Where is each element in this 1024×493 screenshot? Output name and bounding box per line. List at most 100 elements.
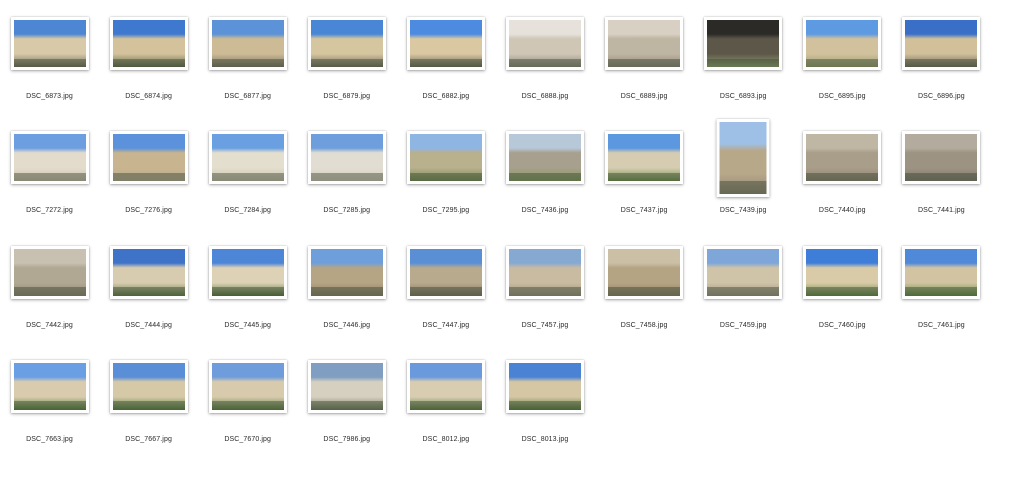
file-item[interactable]: DSC_7446.jpg (297, 243, 396, 343)
file-name-label: DSC_6882.jpg (422, 93, 470, 100)
file-thumbnail[interactable] (208, 359, 287, 413)
file-icon-grid: DSC_6873.jpg DSC_6874.jpg DSC_6877.jpg DSC_… (0, 0, 1024, 493)
file-name-label: DSC_7285.jpg (323, 207, 371, 215)
file-thumbnail[interactable] (704, 17, 783, 70)
file-item[interactable]: DSC_7986.jpg (297, 357, 396, 457)
file-name-label: DSC_7457.jpg (521, 321, 569, 329)
file-thumbnail[interactable] (109, 245, 188, 299)
file-name-label: DSC_7276.jpg (125, 207, 172, 215)
file-name-label: DSC_7272.jpg (26, 207, 73, 215)
file-thumbnail[interactable] (208, 245, 287, 299)
file-item[interactable]: DSC_7444.jpg (99, 243, 198, 343)
file-thumbnail[interactable] (803, 17, 882, 70)
photo-image (509, 248, 581, 296)
file-item[interactable]: DSC_7442.jpg (0, 243, 99, 343)
file-name-label: DSC_6896.jpg (918, 93, 965, 100)
file-name-label: DSC_7458.jpg (620, 321, 668, 329)
file-thumbnail[interactable] (406, 245, 485, 299)
file-item[interactable]: DSC_7667.jpg (99, 357, 198, 457)
file-item[interactable]: DSC_7460.jpg (793, 243, 892, 343)
file-thumbnail[interactable] (902, 17, 981, 70)
photo-image (608, 248, 681, 296)
photo-image (719, 122, 767, 195)
photo-image (112, 134, 185, 182)
file-thumbnail[interactable] (307, 131, 386, 185)
file-thumbnail[interactable] (902, 131, 981, 185)
file-thumbnail[interactable] (109, 359, 188, 413)
file-name-label: DSC_6889.jpg (620, 93, 668, 100)
file-thumbnail[interactable] (803, 245, 882, 299)
file-item[interactable]: DSC_7441.jpg (892, 128, 991, 228)
file-name-label: DSC_7436.jpg (521, 207, 569, 215)
file-thumbnail[interactable] (406, 359, 485, 413)
file-item[interactable]: DSC_7459.jpg (694, 243, 793, 343)
file-item[interactable]: DSC_7457.jpg (496, 243, 595, 343)
photo-image (707, 20, 780, 67)
file-thumbnail[interactable] (716, 119, 770, 198)
file-item[interactable]: DSC_6896.jpg (892, 14, 991, 114)
file-thumbnail[interactable] (506, 17, 584, 70)
file-item[interactable]: DSC_7461.jpg (892, 243, 991, 343)
file-thumbnail[interactable] (307, 359, 386, 413)
file-item[interactable]: DSC_6877.jpg (198, 14, 297, 114)
photo-image (409, 248, 482, 296)
file-item[interactable]: DSC_7458.jpg (595, 243, 694, 343)
file-item[interactable]: DSC_7439.jpg (694, 119, 793, 228)
file-item[interactable]: DSC_7436.jpg (496, 128, 595, 228)
photo-image (509, 362, 581, 410)
file-item[interactable]: DSC_8012.jpg (396, 357, 495, 457)
photo-image (310, 248, 383, 296)
file-item[interactable]: DSC_7437.jpg (595, 128, 694, 228)
file-name-label: DSC_7440.jpg (818, 207, 866, 215)
file-name-label: DSC_6874.jpg (125, 93, 172, 100)
file-thumbnail[interactable] (10, 245, 89, 299)
file-item[interactable]: DSC_7445.jpg (198, 243, 297, 343)
file-name-label: DSC_7459.jpg (719, 321, 767, 329)
file-item[interactable]: DSC_7272.jpg (0, 128, 99, 228)
file-item[interactable]: DSC_6873.jpg (0, 14, 99, 114)
file-thumbnail[interactable] (803, 131, 882, 185)
photo-image (211, 134, 284, 182)
file-thumbnail[interactable] (506, 131, 584, 185)
file-thumbnail[interactable] (506, 245, 584, 299)
file-thumbnail[interactable] (10, 131, 89, 185)
file-thumbnail[interactable] (406, 131, 485, 185)
file-thumbnail[interactable] (605, 17, 684, 70)
file-name-label: DSC_8013.jpg (521, 435, 569, 443)
file-item[interactable]: DSC_7276.jpg (99, 128, 198, 228)
file-item[interactable]: DSC_6879.jpg (297, 14, 396, 114)
file-item[interactable]: DSC_7440.jpg (793, 128, 892, 228)
file-item[interactable]: DSC_6893.jpg (694, 14, 793, 114)
file-item[interactable]: DSC_8013.jpg (496, 357, 595, 457)
photo-image (409, 20, 482, 67)
file-thumbnail[interactable] (506, 359, 584, 413)
file-thumbnail[interactable] (902, 245, 981, 299)
file-item[interactable]: DSC_6888.jpg (496, 14, 595, 114)
file-thumbnail[interactable] (406, 17, 485, 70)
file-name-label: DSC_7986.jpg (323, 435, 371, 443)
file-thumbnail[interactable] (605, 245, 684, 299)
file-thumbnail[interactable] (109, 131, 188, 185)
file-item[interactable]: DSC_7670.jpg (198, 357, 297, 457)
file-thumbnail[interactable] (109, 17, 188, 70)
file-item[interactable]: DSC_7285.jpg (297, 128, 396, 228)
file-thumbnail[interactable] (307, 245, 386, 299)
file-item[interactable]: DSC_7447.jpg (396, 243, 495, 343)
file-item[interactable]: DSC_6889.jpg (595, 14, 694, 114)
file-item[interactable]: DSC_6874.jpg (99, 14, 198, 114)
file-thumbnail[interactable] (307, 17, 386, 70)
file-item[interactable]: DSC_7663.jpg (0, 357, 99, 457)
file-thumbnail[interactable] (605, 131, 684, 185)
file-item[interactable]: DSC_6895.jpg (793, 14, 892, 114)
photo-image (409, 134, 482, 182)
file-name-label: DSC_7442.jpg (26, 321, 73, 329)
file-thumbnail[interactable] (208, 17, 287, 70)
file-item[interactable]: DSC_6882.jpg (396, 14, 495, 114)
file-item[interactable]: DSC_7284.jpg (198, 128, 297, 228)
file-thumbnail[interactable] (10, 359, 89, 413)
file-thumbnail[interactable] (208, 131, 287, 185)
photo-image (112, 248, 185, 296)
file-thumbnail[interactable] (704, 245, 783, 299)
file-thumbnail[interactable] (10, 17, 89, 70)
file-item[interactable]: DSC_7295.jpg (396, 128, 495, 228)
